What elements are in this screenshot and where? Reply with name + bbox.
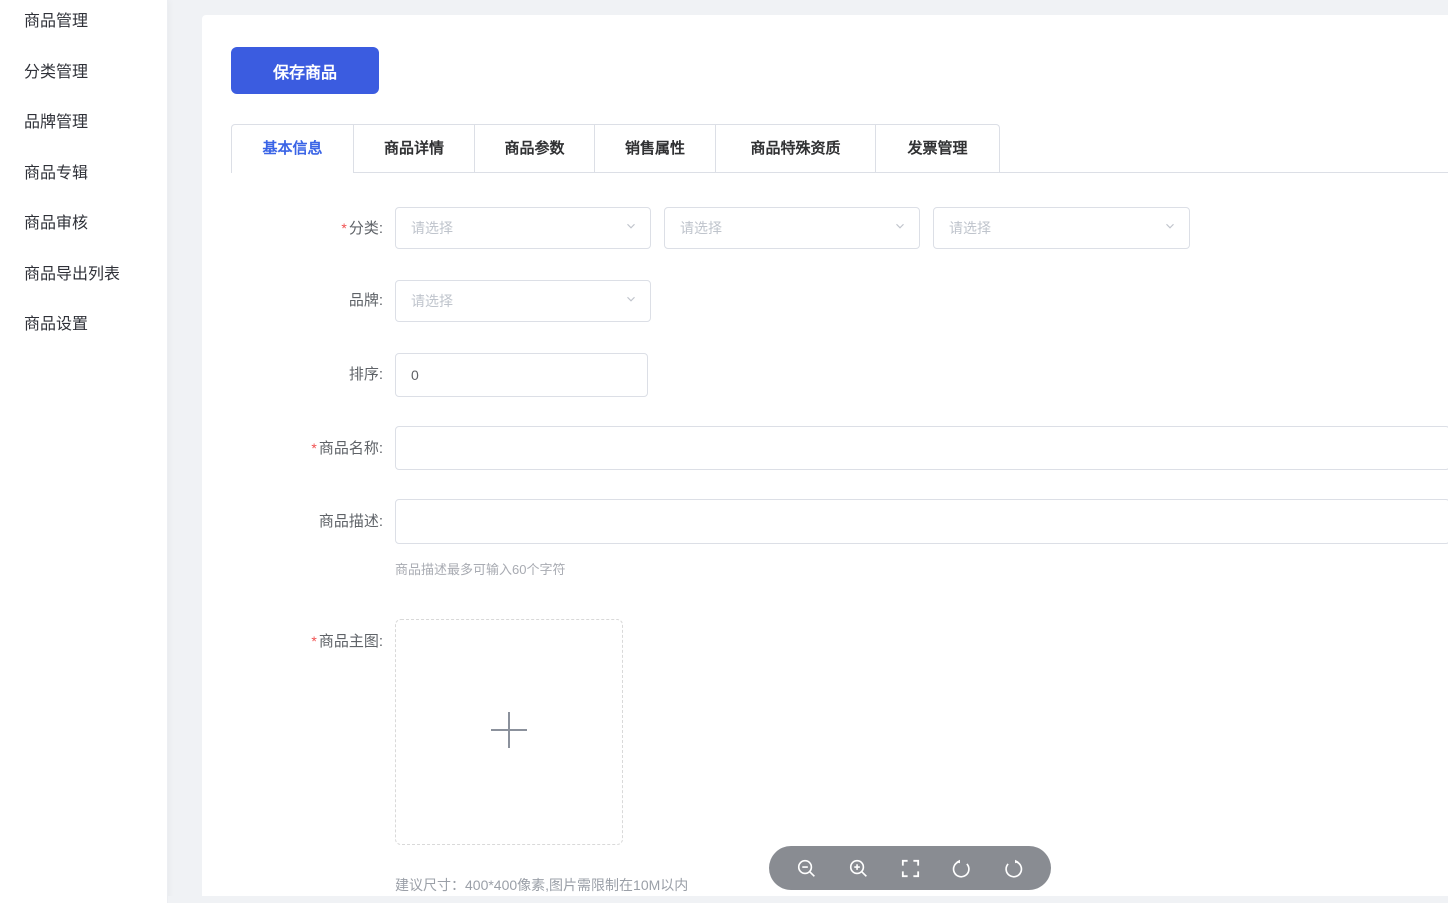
sidebar-item-product-export-list[interactable]: 商品导出列表 [24,265,120,285]
tab-product-detail[interactable]: 商品详情 [354,124,475,172]
sort-label: 排序: [202,353,383,397]
select-placeholder: 请选择 [949,218,1163,238]
description-hint: 商品描述最多可输入60个字符 [395,559,565,578]
zoom-in-icon[interactable] [847,857,870,880]
brand-label: 品牌: [202,280,383,322]
chevron-down-icon [624,292,638,311]
rotate-right-icon[interactable] [1002,857,1025,880]
sidebar-item-product-review[interactable]: 商品审核 [24,214,120,234]
chevron-down-icon [893,219,907,238]
product-name-input[interactable] [395,426,1448,470]
sidebar-item-category-management[interactable]: 分类管理 [24,63,120,83]
form-row-sort: 排序: [202,353,1448,397]
category-select-level1[interactable]: 请选择 [395,207,651,249]
tab-product-params[interactable]: 商品参数 [475,124,595,172]
chevron-down-icon [624,219,638,238]
form-row-product-description: 商品描述: [202,499,1448,544]
product-name-label: *商品名称: [202,426,383,471]
sidebar-item-brand-management[interactable]: 品牌管理 [24,113,120,133]
sort-input[interactable] [395,353,648,397]
sidebar-item-product-management[interactable]: 商品管理 [24,12,120,32]
chevron-down-icon [1163,219,1177,238]
main-image-upload-box[interactable] [395,619,623,845]
tab-basic-info[interactable]: 基本信息 [231,124,354,173]
rotate-left-icon[interactable] [950,857,973,880]
required-asterisk: * [341,220,346,236]
required-asterisk: * [311,633,316,649]
plus-icon [487,708,531,757]
zoom-out-icon[interactable] [795,857,818,880]
product-description-label: 商品描述: [202,499,383,544]
select-placeholder: 请选择 [411,218,624,238]
image-viewer-toolbar [769,846,1051,890]
product-description-input[interactable] [395,499,1448,544]
select-placeholder: 请选择 [411,291,624,311]
tab-sales-attributes[interactable]: 销售属性 [595,124,716,172]
category-label: *分类: [202,207,383,250]
tab-bar: 基本信息 商品详情 商品参数 销售属性 商品特殊资质 发票管理 [231,124,1000,173]
content-card: 保存商品 基本信息 商品详情 商品参数 销售属性 商品特殊资质 发票管理 *分类… [202,15,1448,896]
product-admin-page: { "sidebar": { "items": [ { "label": "商品… [0,0,1448,903]
sidebar-item-product-album[interactable]: 商品专辑 [24,164,120,184]
form-row-product-name: *商品名称: [202,426,1448,470]
category-select-level3[interactable]: 请选择 [933,207,1190,249]
fullscreen-icon[interactable] [899,857,922,880]
main-image-label: *商品主图: [202,619,383,664]
sidebar-item-product-settings[interactable]: 商品设置 [24,315,120,335]
required-asterisk: * [311,440,316,456]
form-row-brand: 品牌: 请选择 [202,280,1448,322]
tab-special-qualifications[interactable]: 商品特殊资质 [716,124,876,172]
select-placeholder: 请选择 [680,218,893,238]
save-product-button[interactable]: 保存商品 [231,47,379,94]
brand-select[interactable]: 请选择 [395,280,651,322]
sidebar-menu: 商品管理 分类管理 品牌管理 商品专辑 商品审核 商品导出列表 商品设置 [24,12,120,335]
category-select-level2[interactable]: 请选择 [664,207,920,249]
form-row-category: *分类: 请选择 请选择 请选择 [202,207,1448,249]
bottom-page-gutter [168,896,1448,903]
tab-invoice-management[interactable]: 发票管理 [876,124,1000,172]
sidebar: 商品管理 分类管理 品牌管理 商品专辑 商品审核 商品导出列表 商品设置 [0,0,168,903]
main-image-hint: 建议尺寸：400*400像素,图片需限制在10M以内 [395,875,688,895]
